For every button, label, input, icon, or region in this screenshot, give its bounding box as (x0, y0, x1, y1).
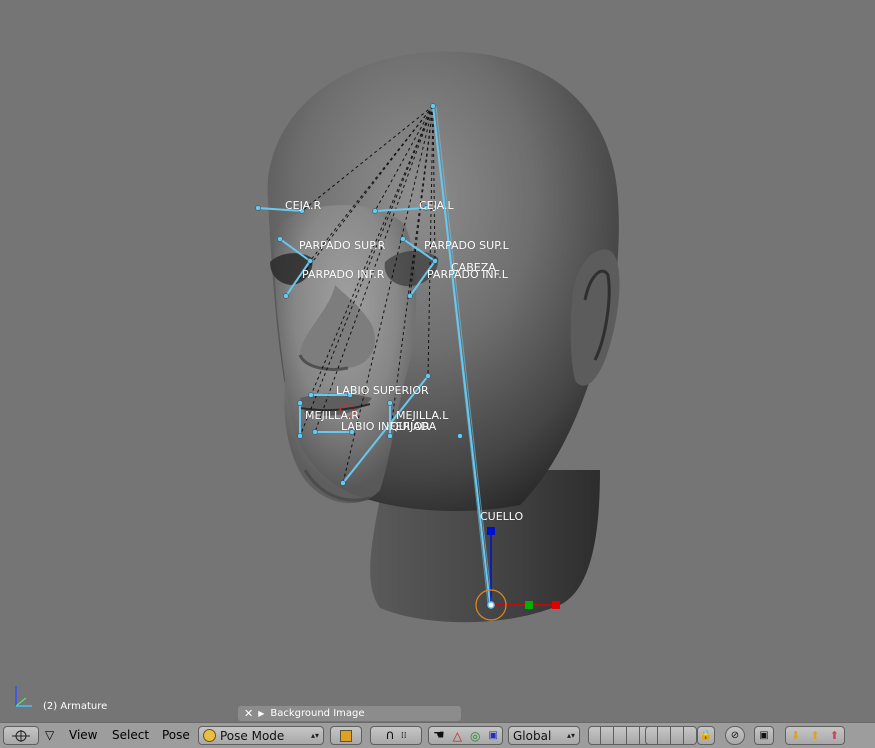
menu-view[interactable]: View (69, 728, 97, 742)
menu-collapse-icon[interactable]: ▽ (45, 728, 54, 742)
orientation-label: Global (513, 728, 552, 743)
cube-icon (340, 729, 352, 742)
manipulator-y-handle (525, 601, 533, 609)
copy-pose-icon[interactable]: ⬇ (791, 729, 800, 742)
menu-pose[interactable]: Pose (162, 728, 190, 742)
menu-select[interactable]: Select (112, 728, 149, 742)
transform-manipulator-toggles[interactable]: ☚ △ ◎ ▣ (428, 726, 503, 745)
bone-label-ceja-l: CEJA.L (419, 199, 454, 212)
pose-mode-icon (203, 729, 216, 742)
view-axis-icon (15, 686, 32, 707)
view3d-icon (12, 729, 30, 742)
mode-selector[interactable]: Pose Mode ▴▾ (198, 726, 324, 745)
draw-type-selector[interactable] (330, 726, 362, 745)
bone-label-parpado-inf-r: PARPADO INF.R (302, 268, 385, 281)
rotate-icon[interactable]: ◎ (470, 729, 480, 743)
paste-flipped-pose-icon[interactable]: ⬆ (830, 729, 839, 742)
manipulator-x-handle (552, 601, 560, 609)
active-object-label: (2) Armature (43, 701, 108, 712)
bone-label-parpado-inf-l: PARPADO INF.L (427, 268, 508, 281)
background-image-label: Background Image (270, 708, 365, 719)
editor-type-selector[interactable] (3, 726, 39, 745)
bone-label-labio-superior: LABIO SUPERIOR (336, 384, 429, 397)
link-icon: ⊘ (730, 730, 740, 741)
orientation-selector[interactable]: Global ▴▾ (508, 726, 580, 745)
bone-label-parpado-sup-l: PARPADO SUP.L (424, 239, 509, 252)
onion-skin-button[interactable]: ⊘ (725, 726, 745, 745)
dots-icon: ⁞⁞ (400, 730, 407, 741)
bone-label-cuello: CUELLO (480, 510, 524, 523)
3d-view-header: ▽ View Select Pose Pose Mode ▴▾ ∩ ⁞⁞ ☚ △… (0, 722, 875, 748)
bone-label-ceja-r: CEJA.R (285, 199, 322, 212)
bone-label-quijada: QUIJADA (390, 420, 437, 433)
lock-layers-button[interactable]: 🔒 (697, 726, 715, 745)
paste-pose-icon[interactable]: ⬆ (810, 729, 819, 742)
pivot-selector[interactable]: ∩ ⁞⁞ (370, 726, 422, 745)
translate-icon[interactable]: △ (453, 729, 462, 743)
layer-buttons-2[interactable] (645, 726, 697, 745)
layer-buttons-1[interactable] (588, 726, 653, 745)
3d-viewport[interactable]: CEJA.R CEJA.L PARPADO SUP.R PARPADO SUP.… (0, 0, 875, 722)
headphones-icon: ∩ (385, 728, 395, 743)
render-icon: ▣ (759, 730, 769, 741)
bone-label-parpado-sup-r: PARPADO SUP.R (299, 239, 386, 252)
background-image-panel[interactable]: ✕ ▶ Background Image (238, 706, 461, 721)
manipulator-z-handle (487, 527, 495, 535)
scale-icon[interactable]: ▣ (488, 730, 497, 741)
lock-icon: 🔒 (699, 730, 713, 741)
close-icon[interactable]: ✕ (244, 707, 253, 720)
head-model-scene (255, 51, 620, 623)
hand-icon[interactable]: ☚ (433, 728, 445, 743)
pose-copy-paste-buttons[interactable]: ⬇ ⬆ ⬆ (785, 726, 845, 745)
mode-label: Pose Mode (220, 728, 285, 743)
expand-triangle-icon[interactable]: ▶ (258, 709, 264, 718)
render-button[interactable]: ▣ (754, 726, 774, 745)
